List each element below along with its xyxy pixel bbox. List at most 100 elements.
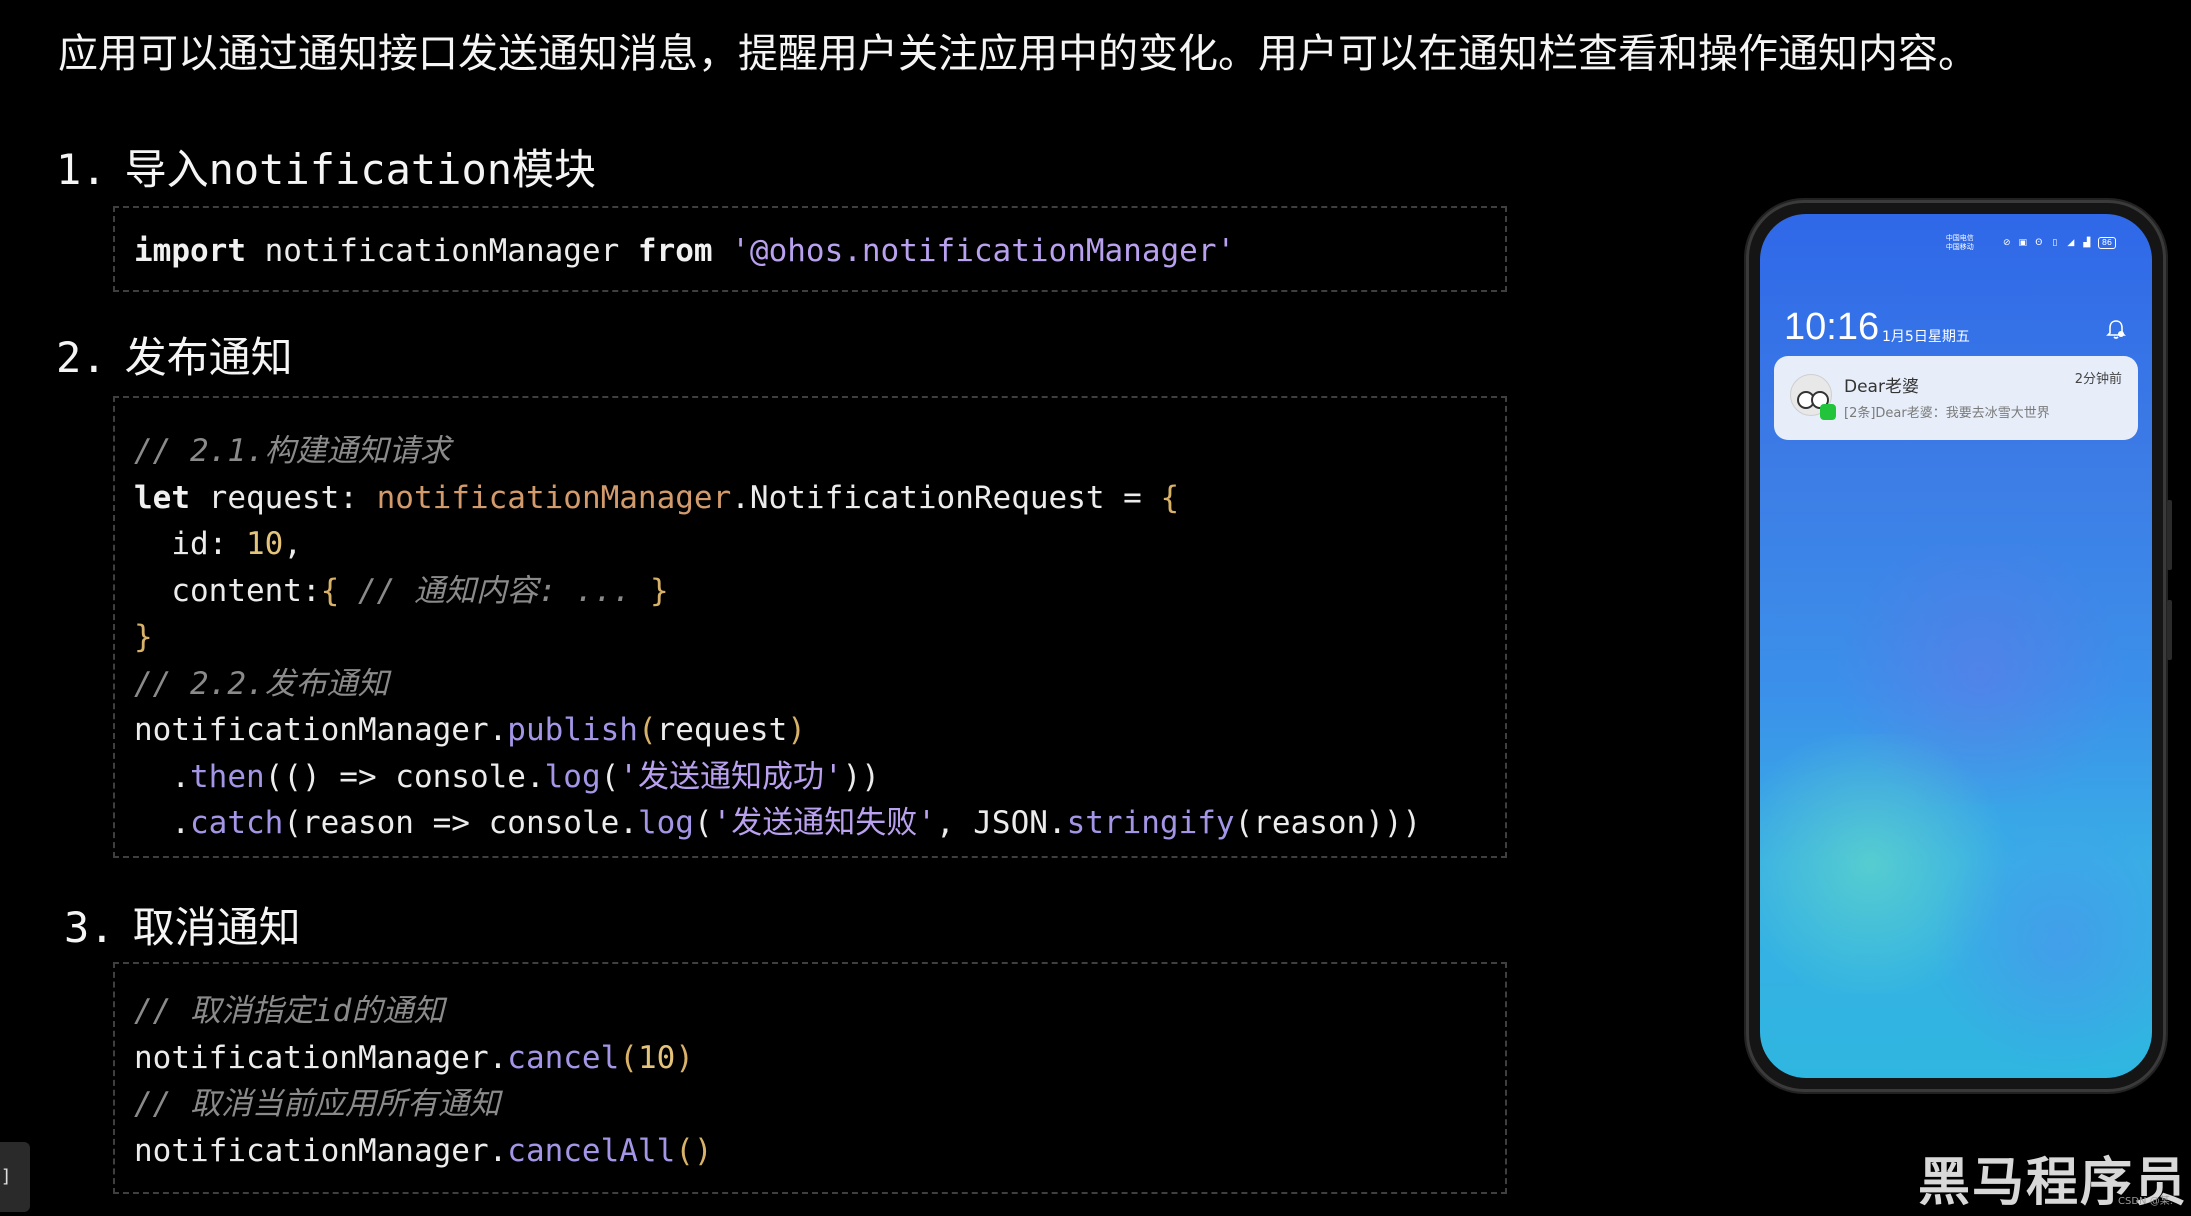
code-line-catch: .catch(reason => console.log('发送通知失败', J…	[134, 800, 1505, 847]
section-1-title-suffix: 模块	[512, 145, 597, 194]
then-close: ))	[842, 758, 880, 795]
cancel-arg: 10	[637, 1039, 676, 1076]
catch-open: (reason => console.	[283, 805, 638, 841]
then-paren: (	[600, 758, 620, 795]
section-3-title-text: 取消通知	[132, 903, 301, 952]
var-decl: request:	[190, 479, 377, 516]
comment-build-request: // 2.1.构建通知请求	[134, 433, 451, 469]
code-line-cancelall: notificationManager.cancelAll()	[134, 1128, 1505, 1175]
type-name: .NotificationRequest =	[731, 479, 1161, 516]
battery-indicator: 86	[2097, 237, 2116, 249]
lockscreen-date: 1月5日星期五	[1882, 329, 1970, 345]
comment-publish: // 2.2.发布通知	[134, 665, 389, 702]
open-brace: {	[1160, 479, 1180, 516]
publish-open: (	[637, 712, 657, 748]
cancelall-parens: ()	[675, 1132, 713, 1169]
close-brace: }	[134, 619, 153, 655]
catch-string: '发送通知失败'	[712, 805, 936, 841]
cell-signal-icon: ▟	[2083, 238, 2091, 248]
section-3-number: 3.	[64, 903, 115, 952]
section-2-title-text: 发布通知	[124, 333, 293, 382]
id-comma: ,	[283, 526, 302, 562]
catch-tail: (reason)))	[1234, 805, 1422, 841]
section-2-title: 2. 发布通知	[56, 330, 293, 386]
content-close: }	[649, 572, 669, 609]
catch-stringify: stringify	[1066, 805, 1235, 841]
sim-icon: ▣	[2018, 238, 2028, 248]
intro-text: 应用可以通过通知接口发送通知消息，提醒用户关注应用中的变化。用户可以在通知栏查看…	[58, 31, 1978, 77]
keyword-let: let	[134, 479, 190, 516]
nfc-icon: ⊘	[2003, 238, 2011, 248]
csdn-watermark: CSDN @某.	[2118, 1196, 2173, 1207]
section-1-number: 1.	[56, 145, 107, 194]
phone-mockup: 中国电信 中国移动 ⊘ ▣ ʘ ▯ ◢ ▟ 86 10:16 1月5日星期五 D…	[1746, 200, 2172, 1092]
cancel-function: cancel	[507, 1039, 620, 1076]
left-edge-tab[interactable]: ]	[0, 1142, 30, 1212]
vibrate-icon: ▯	[2052, 238, 2058, 248]
then-string: '发送通知成功'	[619, 758, 843, 795]
catch-mid: , JSON.	[935, 805, 1067, 841]
code-line-then: .then(() => console.log('发送通知成功'))	[134, 754, 1505, 801]
cancelall-object: notificationManager.	[134, 1132, 508, 1169]
status-bar: 中国电信 中国移动 ⊘ ▣ ʘ ▯ ◢ ▟ 86	[1946, 234, 2116, 252]
code-line-publish: notificationManager.publish(request)	[134, 707, 1505, 754]
keyword-import: import	[134, 233, 246, 269]
publish-function: publish	[507, 712, 638, 748]
code-line-comment-cancel: // 取消指定id的通知	[134, 988, 1505, 1035]
content-open: {	[320, 572, 358, 609]
notification-time: 2分钟前	[2074, 372, 2122, 387]
then-function: then	[190, 758, 265, 795]
code-block-import: import notificationManager from '@ohos.n…	[113, 206, 1507, 292]
content-comment: // 通知内容: ...	[357, 572, 650, 609]
then-log: log	[544, 758, 601, 795]
phone-volume-button	[2167, 500, 2172, 570]
comment-cancel-id: // 取消指定id的通知	[134, 993, 445, 1029]
code-line-import: import notificationManager from '@ohos.n…	[134, 228, 1505, 275]
notification-title: Dear老婆	[1844, 377, 1919, 397]
catch-dot: .	[134, 805, 190, 841]
lockscreen-time: 10:16	[1784, 306, 1880, 348]
catch-function: catch	[190, 805, 284, 841]
code-line-comment-publish: // 2.2.发布通知	[134, 661, 1505, 708]
carrier-info: 中国电信 中国移动	[1946, 234, 1974, 252]
then-open: (() => console.	[264, 758, 545, 795]
content-key: content:	[134, 572, 321, 609]
id-key: id:	[134, 526, 246, 562]
publish-object: notificationManager.	[134, 712, 508, 748]
type-object: notificationManager	[376, 479, 732, 516]
catch-paren: (	[693, 805, 713, 841]
code-line-close-brace: }	[134, 614, 1505, 661]
phone-power-button	[2167, 600, 2172, 660]
keyword-from: from	[637, 233, 713, 269]
notification-card[interactable]: Dear老婆 2分钟前 [2条]Dear老婆：我要去冰雪大世界	[1774, 356, 2138, 440]
code-line-id: id: 10,	[134, 521, 1505, 568]
then-dot: .	[134, 758, 190, 795]
bell-icon[interactable]	[2104, 318, 2128, 342]
section-1-title-mono: notification	[208, 145, 513, 194]
section-2-number: 2.	[56, 333, 107, 382]
code-block-cancel: // 取消指定id的通知 notificationManager.cancel(…	[113, 962, 1507, 1194]
comment-cancel-all: // 取消当前应用所有通知	[134, 1086, 500, 1122]
code-line-comment-build: // 2.1.构建通知请求	[134, 428, 1505, 475]
code-line-comment-cancelall: // 取消当前应用所有通知	[134, 1081, 1505, 1128]
code-line-content: content:{ // 通知内容: ... }	[134, 568, 1505, 615]
import-name: notificationManager	[245, 233, 638, 269]
wifi-signal-icon: ◢	[2067, 238, 2075, 248]
carrier-2: 中国移动	[1945, 243, 1974, 251]
phone-screen: 中国电信 中国移动 ⊘ ▣ ʘ ▯ ◢ ▟ 86 10:16 1月5日星期五 D…	[1760, 214, 2152, 1078]
catch-log: log	[637, 805, 694, 841]
cancelall-function: cancelAll	[507, 1132, 676, 1169]
cancel-object: notificationManager.	[134, 1039, 508, 1076]
code-block-publish: // 2.1.构建通知请求 let request: notificationM…	[113, 396, 1507, 858]
notification-body: [2条]Dear老婆：我要去冰雪大世界	[1844, 406, 2050, 421]
cancel-close: )	[675, 1039, 694, 1076]
section-1-title: 1. 导入notification模块	[56, 142, 596, 198]
module-string: '@ohos.notificationManager'	[731, 233, 1236, 269]
wallpaper-glow-blue	[1930, 814, 2152, 1074]
section-3-title: 3. 取消通知	[64, 900, 301, 956]
publish-arg: request	[656, 712, 788, 748]
wechat-icon	[1820, 404, 1836, 420]
carrier-1: 中国电信	[1945, 234, 1974, 242]
code-line-let-request: let request: notificationManager.Notific…	[134, 475, 1505, 522]
bluetooth-icon: ʘ	[2035, 238, 2043, 248]
